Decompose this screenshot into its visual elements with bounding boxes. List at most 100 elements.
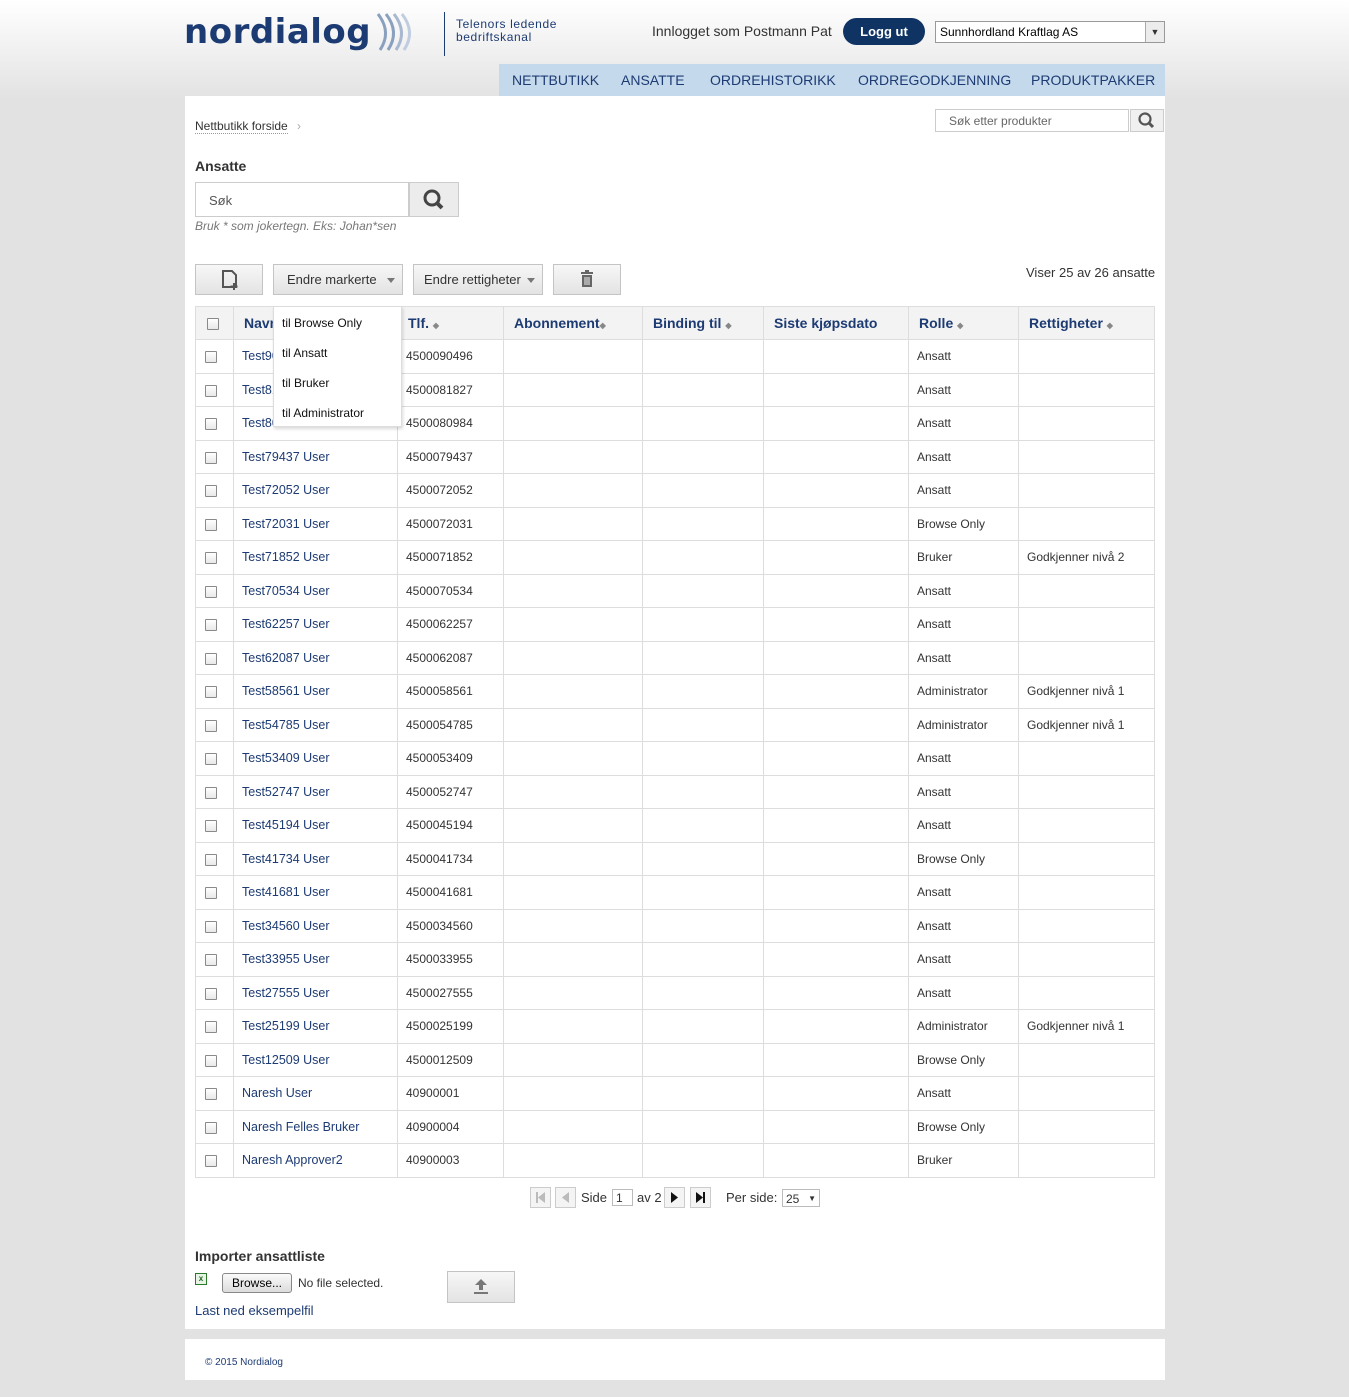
first-page-button[interactable] [530,1187,551,1208]
last-page-button[interactable] [690,1187,711,1208]
employee-name-link[interactable]: Test71852 User [242,550,330,564]
employee-name-link[interactable]: Test58561 User [242,684,330,698]
row-checkbox[interactable] [205,1088,217,1101]
nav-item-ansatte[interactable]: ANSATTE [621,64,685,96]
employee-name-link[interactable]: Test12509 User [242,1053,330,1067]
employee-name-link[interactable]: Test45194 User [242,818,330,832]
row-select-cell [195,506,234,541]
change-marked-button[interactable]: Endre markerte [273,264,403,295]
product-search-button[interactable] [1130,109,1164,132]
row-checkbox[interactable] [205,1121,217,1134]
nav-item-produktpakker[interactable]: PRODUKTPAKKER [1031,64,1155,96]
employee-name-link[interactable]: Test41681 User [242,885,330,899]
product-search-input[interactable]: Søk etter produkter [935,109,1129,132]
employee-name-link[interactable]: Test72052 User [242,483,330,497]
employee-search-button[interactable] [409,182,459,217]
col-binding[interactable]: Binding til ◆ [642,306,764,340]
menu-item-administrator[interactable]: til Administrator [282,406,364,420]
role-cell: Ansatt [908,774,1019,809]
employee-name-link[interactable]: Test79437 User [242,450,330,464]
row-checkbox[interactable] [205,451,217,464]
download-sample-link[interactable]: Last ned eksempelfil [195,1303,314,1318]
employee-name-link[interactable]: Test41734 User [242,852,330,866]
row-checkbox[interactable] [205,786,217,799]
binding-cell [642,1009,764,1044]
employee-name-link[interactable]: Naresh Felles Bruker [242,1120,359,1134]
employee-name-link[interactable]: Test52747 User [242,785,330,799]
table-row: Naresh Felles Bruker 40900004 Browse Only [195,1109,1155,1144]
row-checkbox[interactable] [205,987,217,1000]
logout-button[interactable]: Logg ut [843,18,925,45]
col-rolle[interactable]: Rolle ◆ [908,306,1019,340]
last-purchase-cell [763,372,909,407]
row-checkbox[interactable] [205,686,217,699]
menu-item-browse-only[interactable]: til Browse Only [282,316,362,330]
page-number-input[interactable]: 1 [612,1189,633,1206]
prev-page-button[interactable] [555,1187,576,1208]
nav-item-ordrehistorikk[interactable]: ORDREHISTORIKK [710,64,836,96]
row-checkbox[interactable] [205,384,217,397]
role-cell: Ansatt [908,875,1019,910]
row-checkbox[interactable] [205,853,217,866]
last-purchase-cell [763,1042,909,1077]
browse-button[interactable]: Browse... [222,1273,292,1293]
row-checkbox[interactable] [205,518,217,531]
col-tlf-label: Tlf. [408,315,429,331]
last-purchase-cell [763,841,909,876]
delete-button[interactable] [553,264,621,295]
company-select[interactable]: Sunnhordland Kraftlag AS ▼ [935,21,1165,43]
row-checkbox[interactable] [205,552,217,565]
employee-name-link[interactable]: Test53409 User [242,751,330,765]
row-checkbox[interactable] [205,585,217,598]
last-purchase-cell [763,406,909,441]
employee-name-link[interactable]: Naresh User [242,1086,312,1100]
nav-item-nettbutikk[interactable]: NETTBUTIKK [512,64,599,96]
row-checkbox[interactable] [205,485,217,498]
row-checkbox[interactable] [205,719,217,732]
add-employee-button[interactable] [195,264,263,295]
breadcrumb-home-link[interactable]: Nettbutikk forside [195,119,288,134]
employee-search-input[interactable]: Søk [195,182,409,217]
per-page-select[interactable]: 25 ▼ [782,1189,820,1207]
employee-name-link[interactable]: Test25199 User [242,1019,330,1033]
col-tlf[interactable]: Tlf. ◆ [397,306,504,340]
employee-name-link[interactable]: Test70534 User [242,584,330,598]
row-checkbox[interactable] [205,1155,217,1168]
subscription-cell [503,774,643,809]
col-abonnement[interactable]: Abonnement◆ [503,306,643,340]
row-checkbox[interactable] [205,954,217,967]
row-checkbox[interactable] [205,418,217,431]
row-checkbox[interactable] [205,1021,217,1034]
binding-cell [642,741,764,776]
row-checkbox[interactable] [205,351,217,364]
row-checkbox[interactable] [205,820,217,833]
change-rights-button[interactable]: Endre rettigheter [413,264,543,295]
menu-item-ansatt[interactable]: til Ansatt [282,346,327,360]
table-row: Test45194 User 4500045194 Ansatt [195,808,1155,843]
row-checkbox[interactable] [205,920,217,933]
employee-name-link[interactable]: Test62087 User [242,651,330,665]
row-checkbox[interactable] [205,753,217,766]
employee-name-link[interactable]: Test33955 User [242,952,330,966]
employee-name-link[interactable]: Test27555 User [242,986,330,1000]
next-page-button[interactable] [664,1187,685,1208]
employee-name-link[interactable]: Test54785 User [242,718,330,732]
last-purchase-cell [763,774,909,809]
row-checkbox[interactable] [205,1054,217,1067]
subscription-cell [503,406,643,441]
nav-item-ordregodkjenning[interactable]: ORDREGODKJENNING [858,64,1011,96]
employee-name-link[interactable]: Test72031 User [242,517,330,531]
select-all-checkbox[interactable] [207,318,219,331]
employee-name-link[interactable]: Test62257 User [242,617,330,631]
row-checkbox[interactable] [205,619,217,632]
employee-name-link[interactable]: Naresh Approver2 [242,1153,343,1167]
col-rettigheter[interactable]: Rettigheter ◆ [1018,306,1155,340]
chevron-down-icon[interactable]: ▼ [1145,22,1164,42]
upload-button[interactable] [447,1271,515,1303]
last-purchase-cell [763,1109,909,1144]
row-checkbox[interactable] [205,652,217,665]
page-label: Side [581,1190,608,1205]
menu-item-bruker[interactable]: til Bruker [282,376,329,390]
employee-name-link[interactable]: Test34560 User [242,919,330,933]
row-checkbox[interactable] [205,887,217,900]
